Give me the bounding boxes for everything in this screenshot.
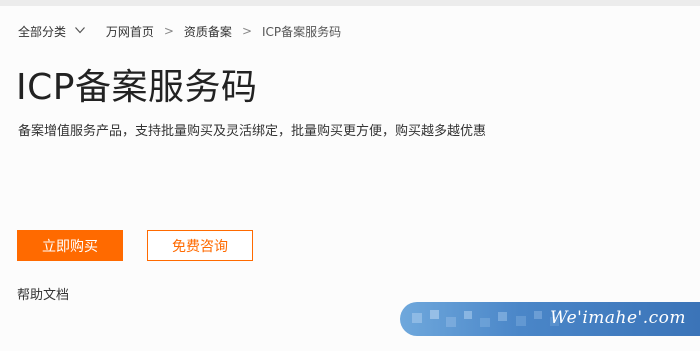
watermark-text: We'imahe'.com [550,308,686,328]
breadcrumb-current: ICP备案服务码 [262,24,342,39]
breadcrumb-home-link[interactable]: 万网首页 [106,23,154,40]
chevron-down-icon [74,26,85,33]
buy-now-button[interactable]: 立即购买 [17,230,123,261]
watermark-banner: We'imahe'.com [400,302,700,336]
breadcrumb-separator: > [163,24,174,38]
free-consult-button[interactable]: 免费咨询 [147,230,253,261]
watermark-pattern [412,310,559,327]
all-categories-menu[interactable]: 全部分类 [18,23,86,40]
all-categories-label: 全部分类 [18,24,67,39]
top-divider [0,0,700,6]
page-title: ICP备案服务码 [16,67,258,108]
page-subtitle: 备案增值服务产品，支持批量购买及灵活绑定，批量购买更方便，购买越多越优惠 [18,124,487,139]
breadcrumb-qualification-link[interactable]: 资质备案 [184,23,232,40]
breadcrumb-separator: > [241,24,252,38]
help-docs-link[interactable]: 帮助文档 [17,284,69,303]
breadcrumb: 全部分类 > 万网首页 > 资质备案 > ICP备案服务码 [18,23,341,39]
